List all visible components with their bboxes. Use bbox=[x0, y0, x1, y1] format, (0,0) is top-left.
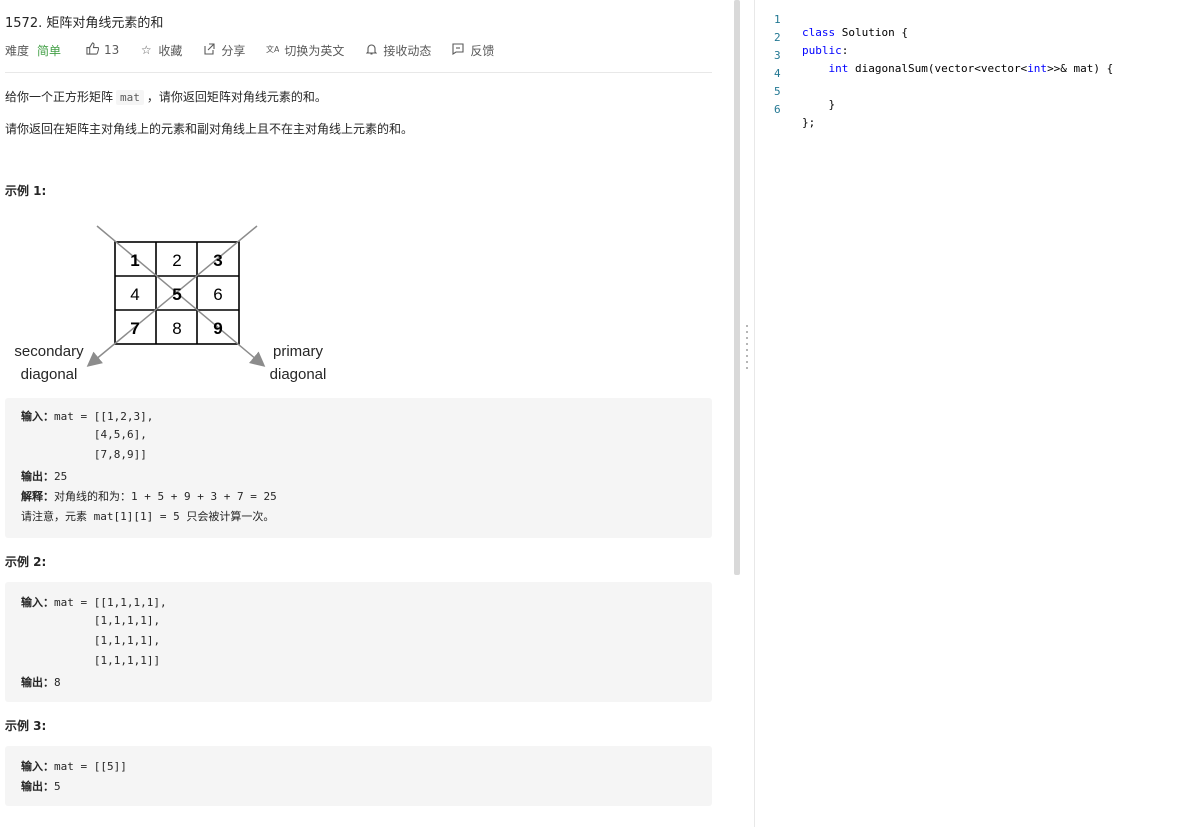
example-line-text: [1,1,1,1], bbox=[21, 634, 161, 647]
example-line: 输出：8 bbox=[21, 674, 61, 690]
matrix-cell: 2 bbox=[172, 251, 181, 270]
example-line-text: 25 bbox=[54, 470, 68, 483]
problem-title: 1572. 矩阵对角线元素的和 bbox=[5, 16, 164, 31]
example-line: 解释：对角线的和为：1 + 5 + 9 + 3 + 7 = 25 bbox=[21, 488, 277, 504]
problem-meta-bar: 难度 简单 13 ☆ 收藏 分享 文A 切换为英文 接收动态 反馈 bbox=[5, 41, 514, 59]
drag-dots-icon bbox=[746, 323, 748, 369]
line-code: }; bbox=[802, 116, 816, 129]
example-3-title: 示例 3: bbox=[5, 719, 47, 733]
example-line-label: 解释： bbox=[21, 490, 54, 503]
editor-line[interactable]: 5 } bbox=[755, 72, 1201, 111]
description-paragraph-2: 请你返回在矩阵主对角线上的元素和副对角线上且不在主对角线上元素的和。 bbox=[5, 122, 414, 136]
example-line: [4,5,6], bbox=[21, 428, 147, 441]
example-line: [7,8,9]] bbox=[21, 448, 147, 461]
example-line-text: mat = [[1,1,1,1], bbox=[54, 596, 167, 609]
favorite-label: 收藏 bbox=[158, 43, 183, 58]
example-line: [1,1,1,1], bbox=[21, 614, 160, 627]
secondary-diagonal-label: secondary bbox=[14, 343, 84, 360]
matrix-cell: 6 bbox=[213, 285, 222, 304]
example-line-text: [1,1,1,1], bbox=[21, 614, 161, 627]
diagonal-matrix-figure: 1 2 3 4 5 6 7 8 9 secondary diagonal pri… bbox=[14, 225, 327, 383]
primary-diagonal-label: primary bbox=[273, 343, 324, 360]
example-line-text: 请注意，元素 mat[1][1] = 5 只会被计算一次。 bbox=[21, 510, 275, 523]
example-line-text: 8 bbox=[54, 676, 61, 689]
example-line-label: 输出： bbox=[21, 676, 54, 689]
example-line-label: 输入： bbox=[21, 596, 54, 609]
star-icon: ☆ bbox=[140, 43, 152, 57]
example-line: 请注意，元素 mat[1][1] = 5 只会被计算一次。 bbox=[21, 508, 274, 524]
matrix-cell: 4 bbox=[130, 285, 139, 304]
editor-line[interactable]: 4 bbox=[755, 54, 1201, 80]
primary-diagonal-label: diagonal bbox=[270, 366, 327, 383]
example-line-label: 输出： bbox=[21, 780, 54, 793]
header-divider bbox=[5, 72, 712, 73]
notification-button[interactable]: 接收动态 bbox=[364, 42, 431, 59]
notification-label: 接收动态 bbox=[383, 43, 432, 58]
example-line-text: mat = [[1,2,3], bbox=[54, 410, 154, 423]
example-1-code-block: 输入：mat = [[1,2,3], [4,5,6], [7,8,9]] 输出：… bbox=[5, 398, 712, 538]
switch-language-label: 切换为英文 bbox=[284, 43, 345, 58]
switch-language-button[interactable]: 文A 切换为英文 bbox=[265, 42, 345, 59]
editor-line[interactable]: 2 public: bbox=[755, 18, 1201, 57]
example-line-text: [7,8,9]] bbox=[21, 448, 147, 461]
example-line-text: mat = [[5]] bbox=[54, 760, 127, 773]
inline-code-mat: mat bbox=[116, 90, 144, 105]
example-line-label: 输入： bbox=[21, 760, 54, 773]
example-line: 输入：mat = [[1,2,3], bbox=[21, 408, 153, 424]
example-line: 输出：25 bbox=[21, 468, 67, 484]
example-2-title: 示例 2: bbox=[5, 555, 47, 569]
line-number: 6 bbox=[774, 103, 781, 116]
editor-line[interactable]: 1 class Solution { bbox=[755, 0, 1201, 39]
like-count: 13 bbox=[104, 43, 120, 57]
bell-icon bbox=[364, 43, 378, 58]
share-icon bbox=[202, 42, 216, 58]
matrix-cell: 9 bbox=[213, 319, 222, 338]
matrix-cell: 7 bbox=[130, 319, 139, 338]
share-button[interactable]: 分享 bbox=[202, 42, 245, 59]
description-text: ，请你返回矩阵对角线元素的和。 bbox=[146, 90, 327, 104]
example-line-text: [4,5,6], bbox=[21, 428, 147, 441]
secondary-diagonal-label: diagonal bbox=[21, 366, 78, 383]
example-line-text: 5 bbox=[54, 780, 61, 793]
svg-text:文A: 文A bbox=[266, 44, 279, 54]
editor-line[interactable]: 6 }; bbox=[755, 90, 1201, 129]
code-editor[interactable]: 1 class Solution { 2 public: 3 int diago… bbox=[755, 0, 1201, 827]
example-line: 输入：mat = [[1,1,1,1], bbox=[21, 594, 167, 610]
example-line-text: [1,1,1,1]] bbox=[21, 654, 161, 667]
feedback-label: 反馈 bbox=[470, 43, 495, 58]
panel-resize-handle[interactable] bbox=[741, 0, 755, 827]
example-line: 输出：5 bbox=[21, 778, 61, 794]
example-line-label: 输入： bbox=[21, 410, 54, 423]
editor-line[interactable]: 3 int diagonalSum(vector<vector<int>>& m… bbox=[755, 36, 1201, 75]
problem-panel: 1572. 矩阵对角线元素的和 难度 简单 13 ☆ 收藏 分享 文A 切换为英… bbox=[0, 0, 733, 827]
example-line-text: 对角线的和为：1 + 5 + 9 + 3 + 7 = 25 bbox=[54, 490, 277, 503]
favorite-button[interactable]: ☆ 收藏 bbox=[139, 42, 182, 59]
like-button[interactable]: 13 bbox=[85, 42, 119, 58]
description-scrollbar-thumb[interactable] bbox=[734, 0, 740, 575]
matrix-cell: 3 bbox=[213, 251, 222, 270]
example-line: [1,1,1,1], bbox=[21, 634, 160, 647]
matrix-cell: 8 bbox=[172, 319, 181, 338]
example-line: 输入：mat = [[5]] bbox=[21, 758, 127, 774]
difficulty-label: 难度 bbox=[5, 43, 30, 58]
example-line: [1,1,1,1]] bbox=[21, 654, 160, 667]
feedback-button[interactable]: 反馈 bbox=[451, 42, 494, 59]
example-3-code-block: 输入：mat = [[5]] 输出：5 bbox=[5, 746, 712, 806]
feedback-icon bbox=[451, 42, 465, 58]
matrix-cell: 5 bbox=[172, 285, 181, 304]
example-2-code-block: 输入：mat = [[1,1,1,1], [1,1,1,1], [1,1,1,1… bbox=[5, 582, 712, 702]
example-line-label: 输出： bbox=[21, 470, 54, 483]
share-label: 分享 bbox=[221, 43, 246, 58]
matrix-cell: 1 bbox=[130, 251, 139, 270]
description-paragraph-1: 给你一个正方形矩阵 mat ，请你返回矩阵对角线元素的和。 bbox=[5, 88, 327, 105]
thumbs-up-icon bbox=[85, 42, 99, 58]
example-1-title: 示例 1: bbox=[5, 184, 47, 198]
description-text: 给你一个正方形矩阵 bbox=[5, 90, 114, 104]
translate-icon: 文A bbox=[265, 43, 280, 58]
difficulty-value: 简单 bbox=[37, 43, 62, 58]
